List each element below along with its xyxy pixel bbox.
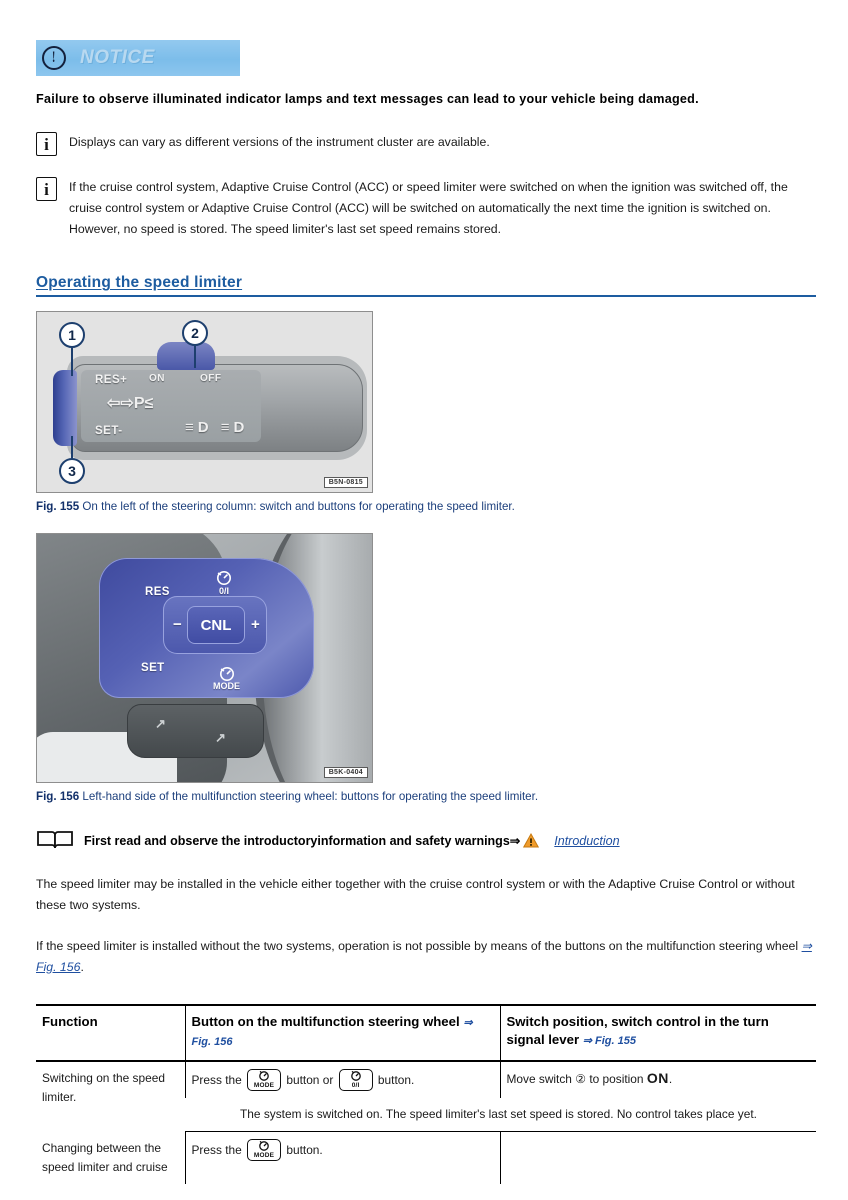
mode-sublabel: MODE <box>253 1152 275 1159</box>
figure-callout-3: 3 <box>59 458 85 484</box>
table-row: Changing between the speed limiter and c… <box>36 1131 816 1184</box>
notice-text: Failure to observe illuminated indicator… <box>36 92 699 106</box>
lower-left-glyph: ↗ <box>155 716 166 731</box>
press-prefix: Press the <box>191 1143 242 1157</box>
mode-sublabel: MODE <box>253 1082 275 1089</box>
note-block-displays: i Displays can vary as different version… <box>36 132 816 156</box>
row-note-text: The system is switched on. The speed lim… <box>185 1098 816 1132</box>
press-prefix: Press the <box>191 1073 242 1087</box>
lever-knob <box>157 342 215 370</box>
table-header-function: Function <box>36 1004 185 1062</box>
lever-label-on: ON <box>149 373 165 384</box>
mode-button-icon[interactable]: MODE <box>247 1069 282 1091</box>
speedometer-icon <box>217 571 231 585</box>
figure-155-caption-label: Fig. 155 <box>36 500 80 513</box>
on-off-button-icon[interactable]: 0/I <box>338 1069 373 1091</box>
page-content: ! NOTICE Failure to observe illuminated … <box>36 40 816 1184</box>
figure-image-code: B5N-0815 <box>323 477 368 488</box>
callout-leader-2 <box>194 346 196 368</box>
notice-label: NOTICE <box>80 47 155 68</box>
figure-155-caption: Fig. 155 On the left of the steering col… <box>36 499 816 515</box>
figure-155: RES+ ON OFF SET- ⇦⇨P≤ ≡D ≡D 1 2 3 B5N-08… <box>36 311 816 515</box>
cnl-button: CNL <box>187 606 245 644</box>
table-header-row: Function Button on the multifunction ste… <box>36 1004 816 1062</box>
mode-text: MODE <box>213 681 240 691</box>
info-icon: i <box>36 177 57 201</box>
lever-label-set: SET- <box>95 425 123 437</box>
row-switch-cell <box>499 1131 816 1184</box>
switch-callout-ref: ② <box>575 1072 586 1086</box>
paragraph-text: If the speed limiter is installed withou… <box>36 939 802 953</box>
figure-155-image: RES+ ON OFF SET- ⇦⇨P≤ ≡D ≡D 1 2 3 B5N-08… <box>36 311 373 493</box>
row-button-cell: Press the MODE button or 0/I button. <box>184 1061 500 1098</box>
intro-bold-text: First read and observe the introductoryi… <box>84 834 510 848</box>
figure-image-code: B5K-0404 <box>323 767 368 778</box>
intro-arrow: ⇒ <box>509 834 521 848</box>
info-icon: i <box>36 132 57 156</box>
intro-reference-line: First read and observe the introductoryi… <box>36 831 816 854</box>
figure-156-image: CNL RES SET − + 0/I MODE ↗ ↗ B5K-0404 <box>36 533 373 783</box>
callout-leader-1 <box>71 348 73 376</box>
table-header-switch: Switch position, switch control in the t… <box>499 1004 816 1062</box>
callout-leader-3 <box>71 436 73 460</box>
header-figure-ref[interactable]: ⇒ Fig. 155 <box>583 1035 636 1047</box>
figure-156: CNL RES SET − + 0/I MODE ↗ ↗ B5K-0404 Fi… <box>36 533 816 805</box>
row-button-cell: Press the MODE button. <box>184 1131 500 1184</box>
speed-limiter-operation-table: Function Button on the multifunction ste… <box>36 1004 816 1184</box>
lower-right-glyph: ↗ <box>215 730 226 745</box>
on-off-text: 0/I <box>218 586 229 596</box>
plus-button-label: + <box>251 616 260 633</box>
warning-triangle-icon <box>523 832 540 854</box>
table-header-button: Button on the multifunction steering whe… <box>184 1004 500 1062</box>
note-text: Displays can vary as different versions … <box>69 135 490 149</box>
figure-156-caption-label: Fig. 156 <box>36 790 80 803</box>
switch-prefix: Move switch <box>506 1072 572 1086</box>
paragraph-tail: . <box>80 960 84 974</box>
mode-button-label: MODE <box>213 666 240 691</box>
note-text: If the cruise control system, Adaptive C… <box>69 180 788 236</box>
header-text: Function <box>42 1014 98 1029</box>
header-text: Button on the multifunction steering whe… <box>191 1014 460 1029</box>
figure-156-caption: Fig. 156 Left-hand side of the multifunc… <box>36 789 816 805</box>
press-mid: button or <box>286 1073 334 1087</box>
mode-button-icon[interactable]: MODE <box>247 1139 282 1161</box>
figure-156-caption-text: Left-hand side of the multifunction stee… <box>82 790 539 803</box>
figure-callout-1: 1 <box>59 322 85 348</box>
paragraph-installation: The speed limiter may be installed in th… <box>36 877 795 912</box>
row-function-cell: Switching on the speed limiter. <box>42 1071 165 1104</box>
lever-label-off: OFF <box>200 373 222 384</box>
switch-position-value: ON <box>646 1070 669 1086</box>
lever-label-res: RES+ <box>95 374 128 386</box>
row-switch-cell: Move switch ② to position ON. <box>499 1061 816 1098</box>
lever-headlamp-glyphs: ≡D ≡D <box>185 419 249 436</box>
minus-button-label: − <box>173 616 182 633</box>
open-book-icon <box>36 829 74 857</box>
figure-155-caption-text: On the left of the steering column: swit… <box>82 500 515 513</box>
on-off-sublabel: 0/I <box>351 1082 360 1089</box>
introduction-link[interactable]: Introduction <box>554 834 619 848</box>
figure-callout-2: 2 <box>182 320 208 346</box>
table-row: Switching on the speed limiter. Press th… <box>36 1061 816 1104</box>
press-suffix: button. <box>377 1073 415 1087</box>
page-section-heading: Operating the speed limiter <box>36 274 816 297</box>
switch-mid: to position <box>589 1072 644 1086</box>
set-button-label: SET <box>141 662 165 674</box>
press-suffix: button. <box>286 1143 323 1157</box>
switch-suffix: . <box>668 1072 673 1086</box>
note-block-ignition: i If the cruise control system, Adaptive… <box>36 177 816 240</box>
on-off-button-label: 0/I <box>213 570 235 596</box>
lever-rocker-switch <box>53 370 77 446</box>
row-function-cell: Changing between the speed limiter and c… <box>42 1140 168 1174</box>
document-page: ! NOTICE Failure to observe illuminated … <box>0 0 848 1200</box>
lower-rocker-buttons <box>127 704 264 758</box>
speedometer-icon <box>219 667 234 681</box>
exclamation-circle-icon: ! <box>42 46 66 70</box>
header-text: Switch position, switch control in the t… <box>506 1014 769 1047</box>
lever-indicator-glyphs: ⇦⇨P≤ <box>107 395 154 412</box>
res-button-label: RES <box>145 586 170 598</box>
notice-banner: ! NOTICE <box>36 40 240 76</box>
paragraph-without-systems: If the speed limiter is installed withou… <box>36 936 816 978</box>
